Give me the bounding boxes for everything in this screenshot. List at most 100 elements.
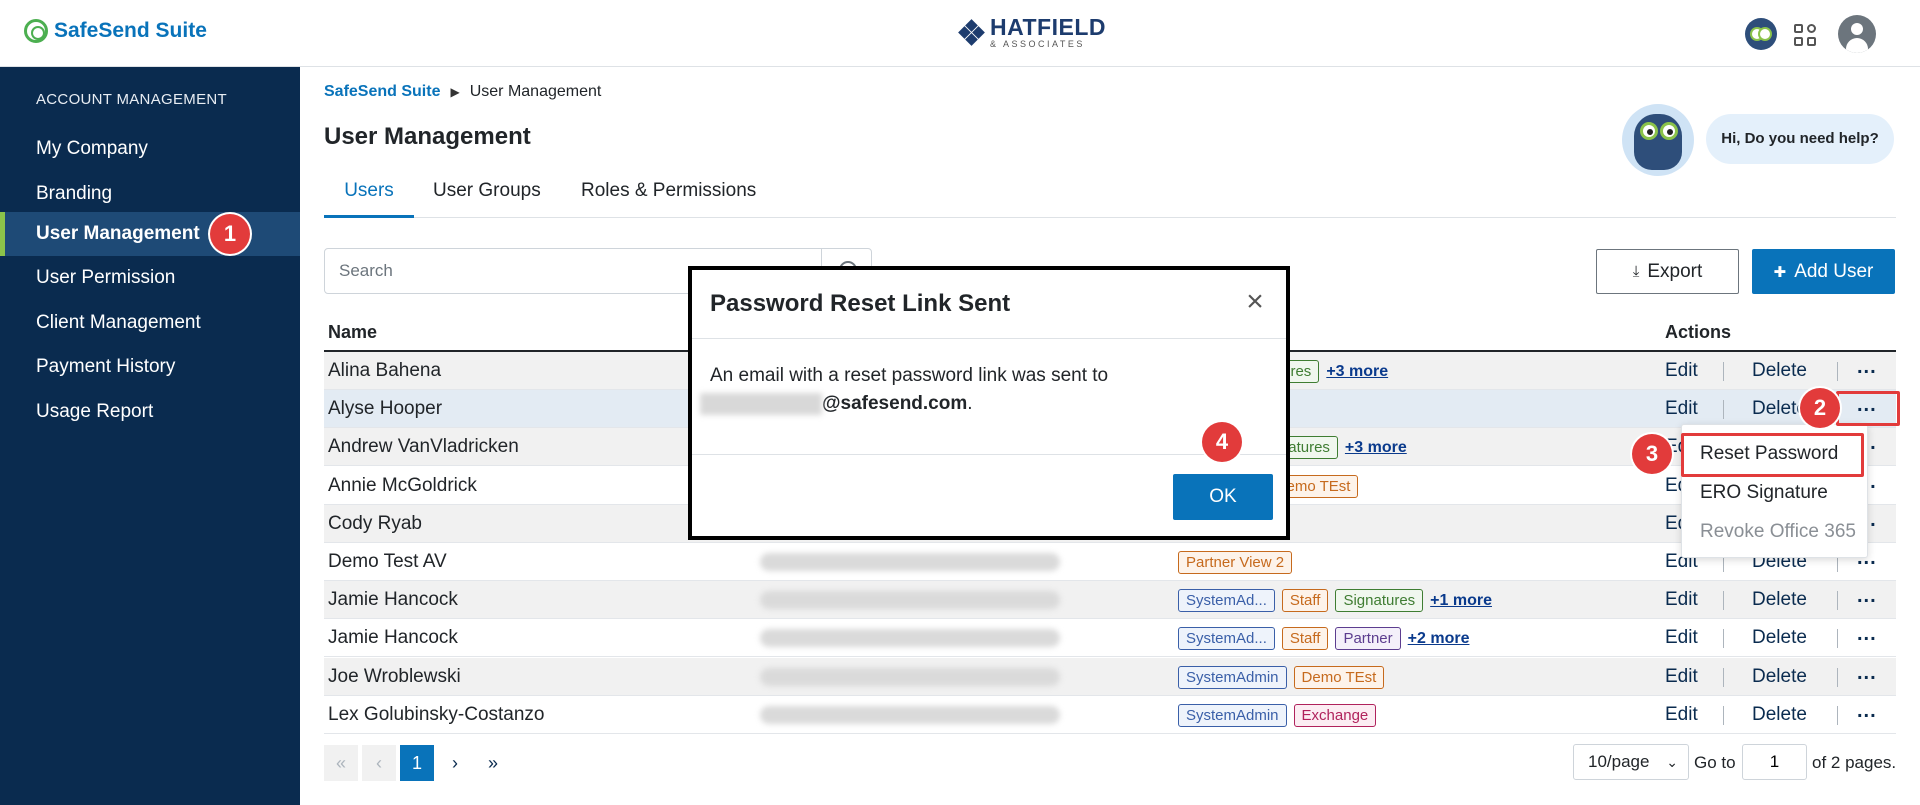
goto-label: Go to (1694, 753, 1736, 772)
sidebar-section-title: ACCOUNT MANAGEMENT (36, 91, 227, 108)
sidebar-item-user-permission[interactable]: User Permission (0, 256, 300, 300)
redacted-email (760, 591, 1060, 610)
add-user-icon: ✚ (1773, 263, 1787, 281)
menu-item-ero-signature[interactable]: ERO Signature (1700, 482, 1828, 504)
user-name: Annie McGoldrick (328, 474, 477, 496)
role-badge: Signatures (1335, 589, 1424, 613)
delete-button[interactable]: Delete (1752, 627, 1807, 649)
tab-roles-permissions[interactable]: Roles & Permissions (581, 170, 756, 218)
next-page-icon[interactable]: › (438, 745, 472, 781)
export-button[interactable]: ⤓ Export (1596, 249, 1739, 294)
more-roles-link[interactable]: +2 more (1408, 630, 1470, 648)
page-size-select[interactable]: 10/page ⌄ (1573, 744, 1689, 780)
sidebar-item-usage-report[interactable]: Usage Report (0, 390, 300, 434)
edit-button[interactable]: Edit (1665, 589, 1698, 611)
dialog-footer-divider (692, 454, 1286, 455)
role-badge: Exchange (1293, 703, 1377, 727)
owl-mascot-icon[interactable] (1745, 18, 1777, 50)
step-marker-2: 2 (1800, 388, 1840, 428)
role-badges: SystemAdmin Demo TEst (1178, 665, 1385, 689)
action-divider (1837, 362, 1838, 381)
apps-grid-icon[interactable] (1794, 24, 1818, 48)
edit-button[interactable]: Edit (1665, 704, 1698, 726)
help-owl-icon[interactable] (1622, 104, 1694, 176)
pagination: « ‹ 1 › » (324, 745, 510, 781)
column-header-name[interactable]: Name (328, 322, 377, 343)
redacted-email (760, 629, 1060, 648)
role-badge: Partner View 2 (1178, 551, 1293, 574)
breadcrumb-current: User Management (469, 83, 602, 100)
more-roles-link[interactable]: +1 more (1430, 592, 1492, 610)
user-avatar-icon[interactable] (1838, 15, 1876, 53)
ok-button[interactable]: OK (1173, 474, 1273, 520)
table-row: Demo Test AV Partner View 2 Edit Delete... (324, 543, 1896, 581)
action-divider (1723, 400, 1724, 420)
sidebar-item-branding[interactable]: Branding (0, 172, 300, 216)
more-roles-link[interactable]: +3 more (1326, 363, 1388, 381)
more-actions-button[interactable]: ... (1857, 700, 1877, 723)
page-size-value: 10/page (1588, 752, 1650, 771)
user-name: Alina Bahena (328, 360, 442, 381)
user-name: Cody Ryab (328, 512, 422, 534)
edit-button[interactable]: Edit (1665, 360, 1698, 382)
breadcrumb-root-link[interactable]: SafeSend Suite (324, 83, 440, 101)
more-actions-button[interactable]: ... (1857, 356, 1877, 379)
page-number[interactable]: 1 (400, 745, 434, 781)
more-actions-button[interactable]: ... (1857, 662, 1877, 685)
edit-button[interactable]: Edit (1665, 666, 1698, 688)
email-period: . (967, 393, 973, 414)
page-title: User Management (324, 123, 531, 150)
sidebar-item-my-company[interactable]: My Company (0, 127, 300, 171)
user-name: Joe Wroblewski (328, 665, 461, 687)
close-icon[interactable]: × (1242, 287, 1268, 317)
dialog-body: An email with a reset password link was … (700, 362, 1108, 418)
action-divider (1837, 667, 1838, 687)
delete-button[interactable]: Delete (1752, 398, 1807, 420)
sidebar-item-client-management[interactable]: Client Management (0, 301, 300, 345)
add-user-label: Add User (1794, 260, 1874, 282)
more-actions-button[interactable]: ... (1857, 585, 1877, 608)
delete-button[interactable]: Delete (1752, 704, 1807, 726)
last-page-icon[interactable]: » (476, 745, 510, 781)
role-badge: Staff (1281, 627, 1329, 651)
delete-button[interactable]: Delete (1752, 589, 1807, 611)
breadcrumb: SafeSend Suite ▶ User Management (324, 83, 601, 101)
more-actions-button[interactable]: ... (1857, 623, 1877, 646)
add-user-button[interactable]: ✚ Add User (1752, 249, 1895, 294)
delete-button[interactable]: Delete (1752, 666, 1807, 688)
action-divider (1723, 629, 1724, 649)
tab-users[interactable]: Users (324, 170, 414, 218)
action-divider (1723, 667, 1724, 687)
reset-password-highlight (1681, 433, 1864, 477)
action-divider (1723, 705, 1724, 725)
brand-name: SafeSend Suite (54, 19, 207, 42)
action-divider (1837, 629, 1838, 649)
redacted-email (700, 392, 822, 415)
step-marker-3: 3 (1632, 434, 1672, 474)
hatfield-logo-icon (958, 18, 985, 46)
redacted-email (760, 553, 1060, 571)
goto-page-input[interactable] (1742, 744, 1807, 780)
chevron-right-icon: ▶ (450, 85, 460, 99)
more-roles-link[interactable]: +3 more (1345, 439, 1407, 457)
edit-button[interactable]: Edit (1665, 627, 1698, 649)
safesend-logo-icon (24, 19, 48, 43)
company-name: HATFIELD (990, 14, 1107, 40)
action-divider (1723, 591, 1724, 611)
chevron-down-icon: ⌄ (1666, 754, 1678, 770)
step-marker-4: 4 (1202, 422, 1242, 462)
tab-user-groups[interactable]: User Groups (433, 170, 541, 218)
help-bubble[interactable]: Hi, Do you need help? (1706, 114, 1894, 164)
table-row: Joe Wroblewski SystemAdmin Demo TEst Edit De… (324, 657, 1896, 696)
sidebar-item-user-management[interactable]: User Management (0, 212, 300, 256)
sidebar-item-payment-history[interactable]: Payment History (0, 345, 300, 389)
delete-button[interactable]: Delete (1752, 360, 1807, 382)
tab-bar: Users User Groups Roles & Permissions (324, 170, 1896, 218)
brand-logo[interactable]: SafeSend Suite (24, 19, 207, 43)
edit-button[interactable]: Edit (1665, 398, 1698, 420)
top-bar: SafeSend Suite HATFIELD & ASSOCIATES (0, 0, 1920, 67)
role-badge: SystemAd... (1178, 589, 1275, 613)
user-name: Demo Test AV (328, 551, 447, 572)
role-badges: SystemAd... Staff Signatures +1 more (1178, 589, 1492, 613)
redacted-email (760, 667, 1060, 686)
